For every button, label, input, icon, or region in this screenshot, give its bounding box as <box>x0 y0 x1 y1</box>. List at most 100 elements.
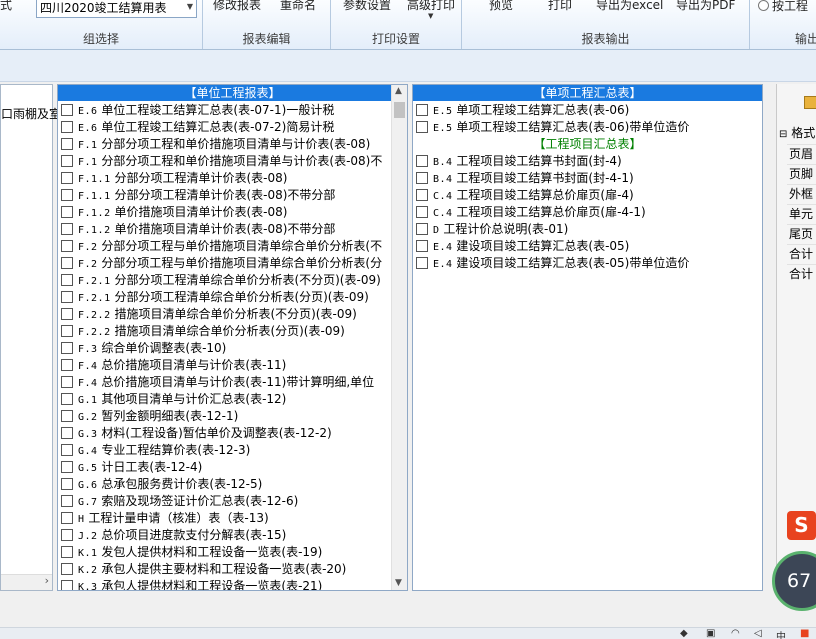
report-row[interactable]: F.2 分部分项工程与单价措施项目清单综合单价分析表(不 <box>58 238 407 255</box>
report-row[interactable]: G.6 总承包服务费计价表(表-12-5) <box>58 476 407 493</box>
format-property[interactable]: 页脚 <box>789 165 813 182</box>
report-checkbox[interactable] <box>61 342 73 354</box>
wifi-icon[interactable]: ◠ <box>731 628 740 639</box>
report-checkbox[interactable] <box>416 121 428 133</box>
report-row[interactable]: F.2.1 分部分项工程清单综合单价分析表(不分页)(表-09) <box>58 272 407 289</box>
format-property[interactable]: 外框 <box>789 185 813 202</box>
format-group-header[interactable]: ⊟ 格式 <box>779 124 815 141</box>
report-row[interactable]: F.2.2 措施项目清单综合单价分析表(不分页)(表-09) <box>58 306 407 323</box>
export-pdf-button[interactable]: 导出为PDF <box>676 0 735 13</box>
report-row[interactable]: G.4 专业工程结算价表(表-12-3) <box>58 442 407 459</box>
report-checkbox[interactable] <box>416 172 428 184</box>
report-checkbox[interactable] <box>61 495 73 507</box>
report-checkbox[interactable] <box>61 376 73 388</box>
preview-button[interactable]: 预览 <box>489 0 513 13</box>
report-row[interactable]: F.2.1 分部分项工程清单综合单价分析表(分页)(表-09) <box>58 289 407 306</box>
report-row[interactable]: G.2 暂列金额明细表(表-12-1) <box>58 408 407 425</box>
report-row[interactable]: C.4 工程项目竣工结算总价扉页(扉-4-1) <box>413 204 762 221</box>
report-checkbox[interactable] <box>416 104 428 116</box>
properties-icon[interactable] <box>804 96 816 109</box>
horizontal-scrollbar[interactable]: › <box>1 574 52 590</box>
report-row[interactable]: E.6 单位工程竣工结算汇总表(表-07-1)一般计税 <box>58 102 407 119</box>
vertical-scrollbar[interactable]: ▲ ▼ <box>391 85 407 590</box>
print-button[interactable]: 打印 <box>548 0 572 13</box>
report-checkbox[interactable] <box>416 189 428 201</box>
report-row[interactable]: E.6 单位工程竣工结算汇总表(表-07-2)简易计税 <box>58 119 407 136</box>
report-row[interactable]: B.4 工程项目竣工结算书封面(封-4) <box>413 153 762 170</box>
report-checkbox[interactable] <box>61 308 73 320</box>
report-checkbox[interactable] <box>61 563 73 575</box>
report-checkbox[interactable] <box>416 223 428 235</box>
shield-icon[interactable]: ◆ <box>680 628 688 639</box>
report-checkbox[interactable] <box>61 478 73 490</box>
report-group-combo[interactable]: 四川2020竣工结算用表 ▼ <box>36 0 197 18</box>
report-checkbox[interactable] <box>61 240 73 252</box>
report-row[interactable]: E.5 单项工程竣工结算汇总表(表-06) <box>413 102 762 119</box>
report-checkbox[interactable] <box>61 206 73 218</box>
report-row[interactable]: K.2 承包人提供主要材料和工程设备一览表(表-20) <box>58 561 407 578</box>
report-row[interactable]: F.4 总价措施项目清单与计价表(表-11) <box>58 357 407 374</box>
report-row[interactable]: G.7 索赔及现场签证计价汇总表(表-12-6) <box>58 493 407 510</box>
report-checkbox[interactable] <box>61 172 73 184</box>
scroll-up-icon[interactable]: ▲ <box>395 86 402 96</box>
report-checkbox[interactable] <box>61 155 73 167</box>
format-property[interactable]: 单元 <box>789 205 813 222</box>
report-row[interactable]: F.2.2 措施项目清单综合单价分析表(分页)(表-09) <box>58 323 407 340</box>
report-checkbox[interactable] <box>61 291 73 303</box>
ime-icon[interactable]: S <box>787 511 816 540</box>
report-checkbox[interactable] <box>61 393 73 405</box>
report-row[interactable]: F.1.2 单价措施项目清单计价表(表-08)不带分部 <box>58 221 407 238</box>
format-property[interactable]: 合计 <box>789 265 813 282</box>
report-checkbox[interactable] <box>61 410 73 422</box>
report-row[interactable]: F.1 分部分项工程和单价措施项目清单与计价表(表-08)不 <box>58 153 407 170</box>
vertical-scrollbar[interactable] <box>746 101 762 590</box>
report-row[interactable]: F.1.1 分部分项工程清单计价表(表-08) <box>58 170 407 187</box>
report-row[interactable]: F.1.1 分部分项工程清单计价表(表-08)不带分部 <box>58 187 407 204</box>
report-checkbox[interactable] <box>61 512 73 524</box>
tree-item[interactable]: 口雨棚及室 <box>1 105 61 122</box>
scroll-thumb[interactable] <box>394 102 405 118</box>
output-by-project-radio[interactable]: 按工程 <box>758 0 808 14</box>
report-row[interactable]: E.4 建设项目竣工结算汇总表(表-05) <box>413 238 762 255</box>
report-checkbox[interactable] <box>61 121 73 133</box>
report-checkbox[interactable] <box>61 223 73 235</box>
report-checkbox[interactable] <box>416 155 428 167</box>
rename-button[interactable]: 重命名 <box>280 0 316 13</box>
report-row[interactable]: G.1 其他项目清单与计价汇总表(表-12) <box>58 391 407 408</box>
report-checkbox[interactable] <box>416 257 428 269</box>
report-row[interactable]: F.3 综合单价调整表(表-10) <box>58 340 407 357</box>
report-checkbox[interactable] <box>61 257 73 269</box>
collapse-icon[interactable]: ⊟ <box>779 129 787 140</box>
report-checkbox[interactable] <box>416 206 428 218</box>
edit-report-button[interactable]: 修改报表 <box>213 0 261 13</box>
scroll-down-icon[interactable]: ▼ <box>395 578 402 588</box>
report-row[interactable]: F.4 总价措施项目清单与计价表(表-11)带计算明细,单位 <box>58 374 407 391</box>
report-checkbox[interactable] <box>61 427 73 439</box>
report-row[interactable]: E.5 单项工程竣工结算汇总表(表-06)带单位造价 <box>413 119 762 136</box>
scroll-right-icon[interactable]: › <box>45 574 49 587</box>
report-row[interactable]: H 工程计量申请（核准）表（表-13) <box>58 510 407 527</box>
format-property[interactable]: 合计 <box>789 245 813 262</box>
report-row[interactable]: G.5 计日工表(表-12-4) <box>58 459 407 476</box>
report-checkbox[interactable] <box>61 580 73 590</box>
report-row[interactable]: F.1.2 单价措施项目清单计价表(表-08) <box>58 204 407 221</box>
report-row[interactable]: J.2 总价项目进度款支付分解表(表-15) <box>58 527 407 544</box>
report-checkbox[interactable] <box>61 529 73 541</box>
network-icon[interactable]: ▣ <box>706 628 715 639</box>
report-checkbox[interactable] <box>61 189 73 201</box>
report-row[interactable]: K.3 承包人提供材料和工程设备一览表(表-21) <box>58 578 407 590</box>
report-checkbox[interactable] <box>61 359 73 371</box>
report-checkbox[interactable] <box>61 274 73 286</box>
report-row[interactable]: K.1 发包人提供材料和工程设备一览表(表-19) <box>58 544 407 561</box>
report-row[interactable]: B.4 工程项目竣工结算书封面(封-4-1) <box>413 170 762 187</box>
report-checkbox[interactable] <box>61 325 73 337</box>
report-row[interactable]: E.4 建设项目竣工结算汇总表(表-05)带单位造价 <box>413 255 762 272</box>
format-property[interactable]: 页眉 <box>789 145 813 162</box>
report-row[interactable]: G.3 材料(工程设备)暂估单价及调整表(表-12-2) <box>58 425 407 442</box>
export-excel-button[interactable]: 导出为excel <box>596 0 663 13</box>
report-row[interactable]: F.1 分部分项工程和单价措施项目清单与计价表(表-08) <box>58 136 407 153</box>
param-settings-button[interactable]: 参数设置 <box>343 0 391 13</box>
report-row[interactable]: F.2 分部分项工程与单价措施项目清单综合单价分析表(分 <box>58 255 407 272</box>
volume-icon[interactable]: ◁ <box>754 628 762 639</box>
report-checkbox[interactable] <box>61 138 73 150</box>
